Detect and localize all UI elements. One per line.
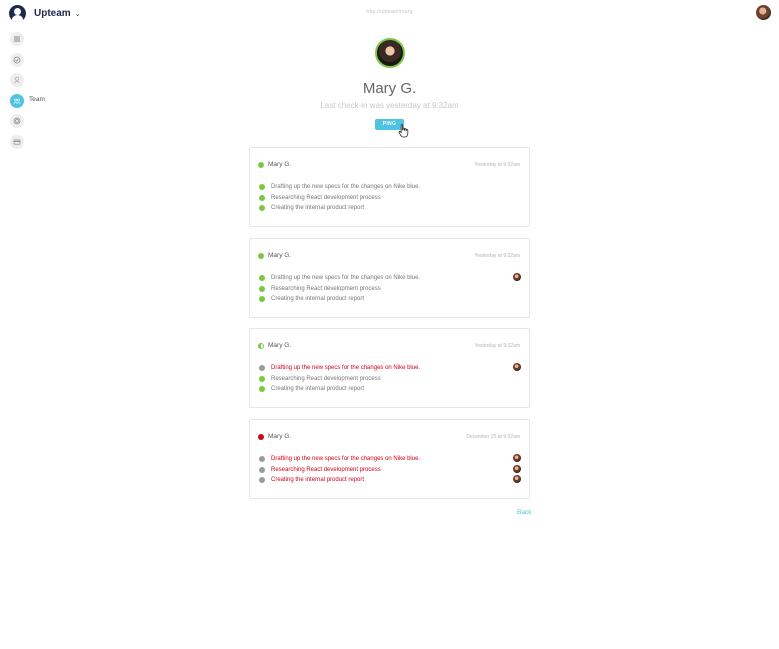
- status-indicator: [258, 252, 264, 259]
- last-checkin-text: Last check-in was yesterday at 9:32am: [320, 101, 459, 110]
- card-timestamp: Yesterday at 9:32am: [474, 162, 520, 168]
- checkin-card: Mary G. Yesterday at 9:32am Drafting up …: [249, 147, 530, 227]
- task-commenter-avatar[interactable]: [513, 454, 521, 462]
- checkin-card: Mary G. Yesterday at 9:32am Drafting up …: [249, 238, 530, 318]
- status-indicator: [258, 161, 264, 168]
- task-item: Researching React development process: [259, 464, 521, 476]
- card-user-name: Mary G.: [268, 342, 292, 349]
- task-item: Drafting up the new specs for the change…: [259, 363, 521, 374]
- profile-avatar: [374, 38, 405, 68]
- status-indicator: [258, 433, 264, 440]
- task-item: Drafting up the new specs for the change…: [259, 182, 521, 193]
- task-item: Drafting up the new specs for the change…: [259, 273, 521, 284]
- task-status-indicator: [259, 365, 265, 372]
- profile-header: Mary G. Last check-in was yesterday at 9…: [0, 38, 779, 130]
- task-text: Creating the internal product report: [271, 386, 365, 393]
- task-text: Drafting up the new specs for the change…: [271, 184, 421, 191]
- task-item: Drafting up the new specs for the change…: [259, 454, 521, 465]
- task-status-indicator: [259, 194, 265, 201]
- card-user-name: Mary G.: [268, 252, 292, 259]
- card-header: Mary G.: [258, 161, 291, 168]
- task-commenter-avatar[interactable]: [513, 464, 521, 473]
- task-text: Drafting up the new specs for the change…: [271, 456, 421, 463]
- task-text: Creating the internal product report: [271, 477, 365, 484]
- task-item: Creating the internal product report: [259, 294, 521, 305]
- card-user-name: Mary G.: [268, 161, 292, 168]
- task-status-indicator: [259, 466, 265, 473]
- back-link[interactable]: Back: [517, 509, 531, 516]
- card-icon: [13, 139, 21, 145]
- sidebar-item-billing[interactable]: [10, 134, 24, 149]
- status-indicator: [258, 342, 264, 349]
- task-status-indicator: [259, 184, 265, 191]
- user-avatar[interactable]: [756, 5, 771, 20]
- card-header: Mary G.: [258, 433, 291, 440]
- card-timestamp: December 25 at 9:32am: [466, 434, 520, 440]
- checkin-card: Mary G. Yesterday at 9:32am Drafting up …: [249, 328, 530, 408]
- card-timestamp: Yesterday at 9:32am: [474, 253, 520, 259]
- task-list: Drafting up the new specs for the change…: [259, 363, 521, 395]
- task-item: Researching React development process: [259, 284, 521, 295]
- task-text: Creating the internal product report: [271, 296, 365, 303]
- profile-name: Mary G.: [362, 80, 417, 97]
- page: Upteam ⌄ http://upteam/marg Team Mary G.…: [0, 0, 779, 649]
- task-status-indicator: [259, 456, 265, 463]
- card-timestamp: Yesterday at 9:32am: [474, 343, 520, 349]
- task-text: Researching React development process: [271, 285, 381, 292]
- task-list: Drafting up the new specs for the change…: [259, 273, 521, 305]
- card-user-name: Mary G.: [268, 433, 292, 440]
- card-header: Mary G.: [258, 342, 291, 349]
- page-url: http://upteam/marg: [366, 9, 413, 15]
- task-status-indicator: [259, 275, 265, 282]
- card-header: Mary G.: [258, 252, 291, 259]
- task-commenter-avatar[interactable]: [513, 363, 521, 371]
- task-status-indicator: [259, 386, 265, 393]
- checkin-card: Mary G. December 25 at 9:32am Drafting u…: [249, 419, 530, 499]
- task-list: Drafting up the new specs for the change…: [259, 454, 521, 486]
- task-item: Creating the internal product report: [259, 203, 521, 214]
- task-status-indicator: [259, 477, 265, 484]
- task-text: Drafting up the new specs for the change…: [271, 365, 421, 372]
- task-text: Researching React development process: [271, 466, 381, 473]
- task-status-indicator: [259, 296, 265, 303]
- task-status-indicator: [259, 205, 265, 212]
- task-item: Creating the internal product report: [259, 475, 521, 486]
- task-status-indicator: [259, 285, 265, 292]
- task-text: Drafting up the new specs for the change…: [271, 275, 421, 282]
- task-text: Researching React development process: [271, 375, 381, 382]
- task-text: Creating the internal product report: [271, 205, 365, 212]
- task-item: Creating the internal product report: [259, 384, 521, 395]
- hand-pointer-icon: [398, 124, 409, 138]
- task-item: Researching React development process: [259, 374, 521, 385]
- task-status-indicator: [259, 375, 265, 382]
- task-commenter-avatar[interactable]: [513, 475, 521, 483]
- task-list: Drafting up the new specs for the change…: [259, 182, 521, 214]
- task-text: Researching React development process: [271, 194, 381, 201]
- task-item: Researching React development process: [259, 193, 521, 204]
- task-commenter-avatar[interactable]: [513, 273, 521, 281]
